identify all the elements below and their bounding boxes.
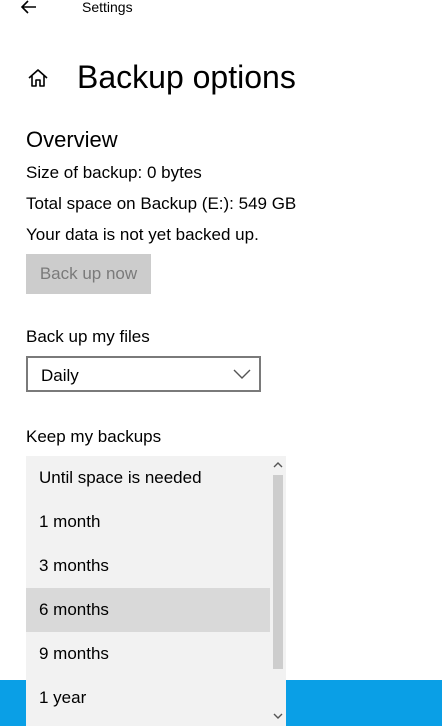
overview-heading: Overview xyxy=(26,127,118,152)
option-9-months[interactable]: 9 months xyxy=(26,632,270,676)
dropdown-scrollbar[interactable] xyxy=(270,456,286,726)
back-arrow-icon xyxy=(20,0,36,14)
window-title: Settings xyxy=(82,0,133,15)
scroll-down-icon[interactable] xyxy=(272,710,284,722)
settings-window: Settings Backup options Overview Size of… xyxy=(0,0,442,726)
keep-backups-label: Keep my backups xyxy=(26,427,162,446)
backup-frequency-value: Daily xyxy=(41,366,79,385)
scrollbar-thumb[interactable] xyxy=(273,475,283,669)
keep-backups-dropdown-list[interactable]: Until space is needed 1 month 3 months 6… xyxy=(26,456,286,726)
chevron-down-icon xyxy=(233,369,251,379)
backup-status-text: Your data is not yet backed up. xyxy=(26,225,259,244)
option-until-space-needed[interactable]: Until space is needed xyxy=(26,456,270,500)
option-6-months[interactable]: 6 months xyxy=(26,588,270,632)
backup-size-text: Size of backup: 0 bytes xyxy=(26,163,202,182)
option-3-months[interactable]: 3 months xyxy=(26,544,270,588)
home-icon[interactable] xyxy=(26,66,50,90)
back-up-now-button[interactable]: Back up now xyxy=(26,254,151,294)
page-title: Backup options xyxy=(77,59,296,95)
option-1-year[interactable]: 1 year xyxy=(26,676,270,720)
scroll-up-icon[interactable] xyxy=(272,459,284,471)
option-1-month[interactable]: 1 month xyxy=(26,500,270,544)
back-button[interactable] xyxy=(16,0,40,17)
backup-frequency-select[interactable]: Daily xyxy=(26,356,261,392)
backup-frequency-label: Back up my files xyxy=(26,327,150,346)
total-space-text: Total space on Backup (E:): 549 GB xyxy=(26,194,297,213)
title-bar: Settings xyxy=(0,0,442,18)
